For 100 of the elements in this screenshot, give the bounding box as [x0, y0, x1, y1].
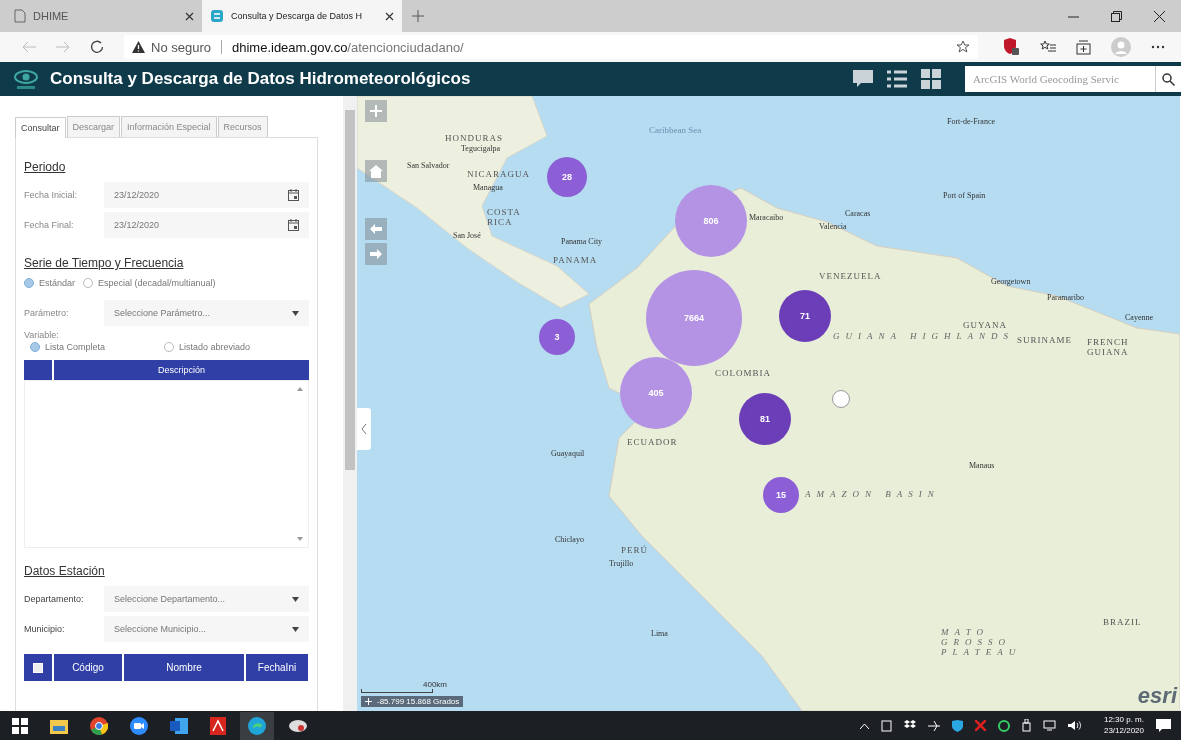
cross-icon[interactable]: [974, 720, 986, 731]
url-text: dhime.ideam.gov.co/atencionciudadano/: [232, 39, 464, 55]
folder-icon[interactable]: [50, 717, 68, 734]
column-header[interactable]: Código: [54, 654, 122, 681]
scroll-down-icon[interactable]: [297, 537, 303, 541]
tray-icon[interactable]: [880, 719, 892, 732]
scrollbar[interactable]: [343, 96, 357, 711]
panel-tab[interactable]: Información Especial: [121, 116, 217, 137]
app-icon[interactable]: [288, 717, 308, 734]
right-arrow-icon: [370, 249, 382, 259]
video-call-icon[interactable]: [130, 716, 148, 735]
chevron-icon: [361, 424, 367, 434]
column-header[interactable]: FechaIni: [246, 654, 308, 681]
collections-icon[interactable]: [1076, 39, 1091, 55]
dropdown[interactable]: Seleccione Departamento...: [104, 586, 309, 612]
map-label: PERÚ: [621, 546, 648, 556]
map-label: ECUADOR: [627, 438, 678, 448]
scale-label: 400km: [423, 680, 448, 689]
date-field[interactable]: 23/12/2020: [104, 212, 309, 238]
map-label: Trujillo: [609, 560, 634, 569]
map-label: COSTA RICA: [487, 208, 521, 228]
panel-tab[interactable]: Recursos: [217, 116, 268, 137]
caret-icon: [292, 626, 299, 632]
scroll-up-icon[interactable]: [297, 387, 303, 391]
radio-option[interactable]: Listado abreviado: [158, 342, 284, 352]
site-icon: [210, 9, 224, 23]
radio-button[interactable]: [30, 342, 40, 352]
list-icon[interactable]: [887, 70, 907, 88]
map-label: MATO GROSSO PLATEAU: [941, 628, 1023, 658]
usb-icon[interactable]: [1021, 719, 1031, 732]
close-icon[interactable]: [185, 11, 194, 21]
browser-tab[interactable]: DHIME: [6, 0, 202, 32]
map-label: Managua: [473, 184, 503, 193]
map-label: HONDURAS: [445, 134, 503, 144]
new-tab-icon[interactable]: [412, 10, 424, 22]
close-icon[interactable]: [1154, 10, 1165, 22]
calendar-icon[interactable]: [288, 219, 299, 231]
section-title: Serie de Tiempo y Frecuencia: [24, 256, 185, 270]
restore-icon[interactable]: [1111, 10, 1122, 22]
panel-tab[interactable]: Descargar: [66, 116, 121, 137]
windows-icon[interactable]: [12, 717, 28, 734]
shield-icon[interactable]: [951, 719, 963, 732]
map-label: Georgetown: [991, 278, 1031, 287]
parameter-dropdown[interactable]: Seleccione Parámetro...: [104, 300, 309, 326]
pdf-icon[interactable]: [210, 716, 226, 735]
panel-tab[interactable]: Consultar: [15, 117, 66, 138]
close-icon[interactable]: [385, 11, 394, 21]
column-header[interactable]: Nombre: [124, 654, 244, 681]
map-label: GUYANA: [963, 321, 1007, 331]
section-title: Periodo: [24, 160, 67, 174]
map-label: San Salvador: [407, 162, 451, 171]
notification-icon[interactable]: [1156, 718, 1171, 733]
radio-option[interactable]: Especial (decadal/multianual): [83, 278, 216, 288]
star-icon[interactable]: [956, 40, 970, 54]
clock-time: 12:30 p. m.: [1103, 715, 1144, 726]
coordinates-text: -85.799 15.868 Grados: [377, 697, 460, 706]
field-label: Fecha Final:: [24, 220, 75, 230]
scale-bar: [361, 689, 433, 693]
warning-icon: [132, 41, 145, 53]
dropdown[interactable]: Seleccione Municipio...: [104, 616, 309, 642]
map-label: Guayaquil: [551, 450, 585, 459]
radio-button[interactable]: [83, 278, 94, 288]
volume-icon[interactable]: [1067, 720, 1082, 731]
browser-icon[interactable]: [248, 716, 266, 735]
chat-icon[interactable]: [853, 70, 873, 88]
more-icon[interactable]: [1151, 45, 1165, 49]
checkbox[interactable]: [33, 662, 43, 673]
address-field[interactable]: No seguro dhime.ideam.gov.co/atencionciudadano/: [124, 35, 978, 59]
security-text: No seguro: [151, 39, 211, 55]
left-arrow-icon: [370, 224, 382, 234]
radio-button[interactable]: [24, 278, 34, 288]
search-field[interactable]: ArcGIS World Geocoding Servic: [965, 66, 1155, 92]
shield-icon[interactable]: [1002, 38, 1020, 56]
map-label: AMAZON BASIN: [805, 490, 940, 500]
map-label: Caracas: [845, 210, 871, 219]
favorites-icon[interactable]: [1040, 40, 1056, 54]
calendar-icon[interactable]: [288, 189, 299, 201]
section-title: Datos Estación: [24, 564, 106, 578]
browser-tab[interactable]: Consulta y Descarga de Datos H: [202, 0, 402, 32]
grid-icon[interactable]: [921, 69, 941, 89]
map-label: Cayenne: [1125, 314, 1153, 323]
map-label: San José: [453, 232, 481, 241]
refresh-icon[interactable]: [90, 40, 104, 54]
map-label: NICARAGUA: [467, 170, 530, 180]
field-label: Parámetro:: [24, 308, 70, 318]
radio-button[interactable]: [164, 342, 174, 352]
radio-option[interactable]: Estándar: [24, 278, 76, 288]
column-header: Descripción: [54, 360, 309, 380]
map-logo: esri: [1137, 683, 1177, 709]
field-label: Departamento:: [24, 594, 85, 604]
map-label: Lima: [651, 630, 668, 639]
monitor-icon[interactable]: [1042, 720, 1056, 731]
map-label: Fort-de-France: [947, 118, 995, 127]
map-label: GUIANA HIGHLANDS: [833, 332, 1015, 342]
date-field[interactable]: 23/12/2020: [104, 182, 309, 208]
plus-icon[interactable]: [365, 698, 372, 705]
field-label: Municipio:: [24, 624, 66, 634]
search-button[interactable]: [1155, 66, 1181, 92]
caret-up-icon[interactable]: [859, 722, 869, 729]
radio-option[interactable]: Lista Completa: [24, 342, 150, 352]
